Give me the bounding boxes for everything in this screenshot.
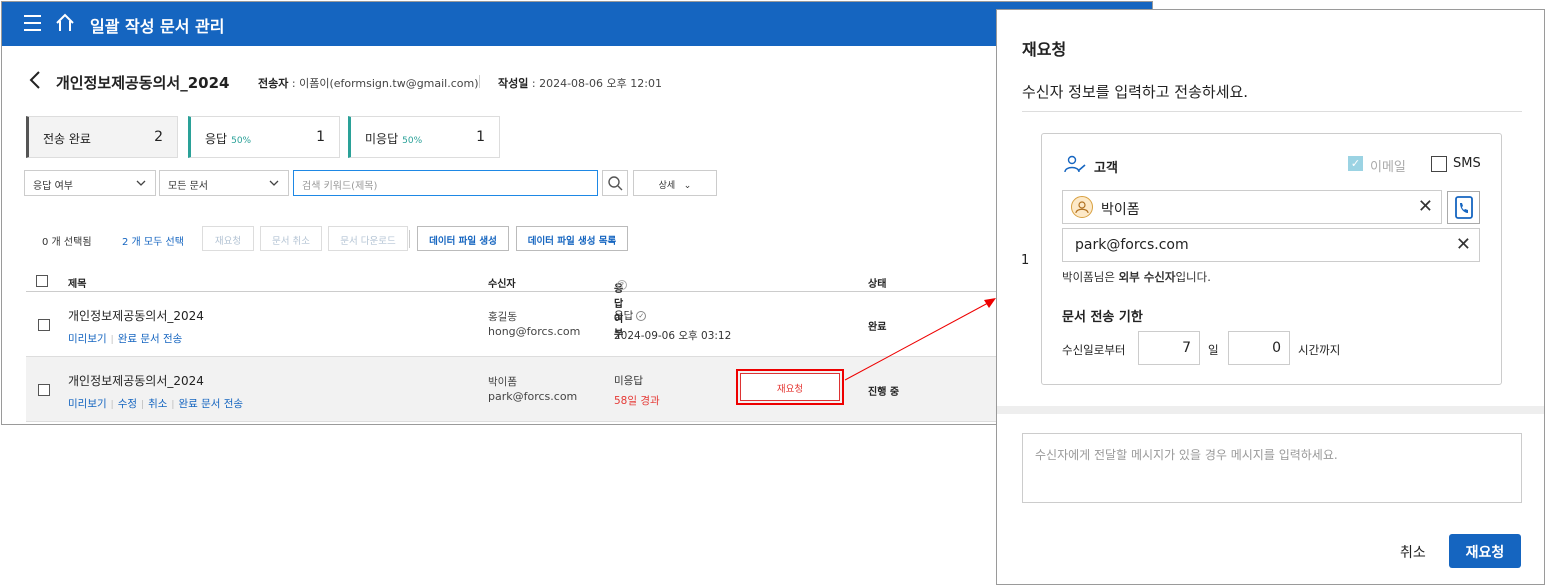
sms-option-label: SMS <box>1453 156 1481 171</box>
row-links: 미리보기 | 수정 | 취소 | 완료 문서 전송 <box>68 398 244 410</box>
created-date: 작성일 : 2024-08-06 오후 12:01 <box>498 77 662 90</box>
recipient-name: 박이폼 <box>488 376 517 388</box>
response-filter-select[interactable]: 응답 여부 <box>24 170 156 196</box>
email-option-label: 이메일 <box>1370 160 1406 175</box>
recipient-card: 고객 ✓ 이메일 SMS 박이폼 ✕ park@forcs.com ✕ 박이폼님… <box>1041 133 1502 385</box>
home-icon[interactable] <box>54 12 76 34</box>
search-input[interactable]: 검색 키워드(제목) <box>293 170 598 196</box>
selected-count: 0 개 선택됨 <box>42 237 92 248</box>
message-textarea[interactable]: 수신자에게 전달할 메시지가 있을 경우 메시지를 입력하세요. <box>1022 433 1522 503</box>
dialog-subtitle: 수신자 정보를 입력하고 전송하세요. <box>1022 83 1249 101</box>
chevron-down-icon <box>136 180 146 186</box>
document-management-window: 일괄 작성 문서 관리 개인정보제공동의서_2024 전송자 : 이폼이(efo… <box>1 1 1153 425</box>
stat-sent-complete[interactable]: 전송 완료 2 <box>26 116 178 158</box>
sender-info: 전송자 : 이폼이(eformsign.tw@gmail.com) <box>258 77 479 90</box>
rerequest-submit-button[interactable]: 재요청 <box>1449 534 1521 568</box>
hours-unit: 시간까지 <box>1298 343 1341 357</box>
menu-icon[interactable] <box>24 15 41 32</box>
recipient-role: 고객 <box>1094 161 1118 176</box>
person-icon <box>1075 201 1089 214</box>
cancel-button[interactable]: 취소 <box>1400 542 1426 562</box>
check-icon: ✓ <box>636 311 647 321</box>
row-links: 미리보기 | 완료 문서 전송 <box>68 333 183 345</box>
row-checkbox[interactable] <box>38 384 50 396</box>
row-checkbox[interactable] <box>38 319 50 331</box>
divider <box>1022 111 1522 112</box>
select-all-checkbox[interactable] <box>36 275 48 287</box>
edit-link[interactable]: 수정 <box>118 398 137 410</box>
rerequest-button[interactable]: 재요청 <box>202 226 254 251</box>
data-file-list-button[interactable]: 데이터 파일 생성 목록 <box>516 226 628 251</box>
clear-icon[interactable]: ✕ <box>1456 234 1471 255</box>
cancel-document-button[interactable]: 문서 취소 <box>260 226 322 251</box>
document-title: 개인정보제공동의서_2024 <box>56 74 230 92</box>
back-arrow-icon[interactable] <box>28 70 42 90</box>
contact-book-icon <box>1455 196 1473 219</box>
column-status: 상태 <box>868 279 887 290</box>
create-data-file-button[interactable]: 데이터 파일 생성 <box>417 226 509 251</box>
days-unit: 일 <box>1208 343 1219 357</box>
chevron-down-icon <box>269 180 279 186</box>
deadline-from-label: 수신일로부터 <box>1062 343 1126 357</box>
recipient-email-field[interactable]: park@forcs.com ✕ <box>1062 228 1480 262</box>
avatar <box>1071 196 1093 218</box>
table-row: 개인정보제공동의서_2024 미리보기 | 완료 문서 전송 홍길동 hong@fo… <box>26 292 1152 357</box>
chevron-down-icon: ⌄ <box>683 181 692 191</box>
elapsed-days: 58일 경과 <box>614 395 660 407</box>
email-checkbox[interactable]: ✓ <box>1348 156 1363 171</box>
deadline-title: 문서 전송 기한 <box>1062 310 1143 325</box>
contact-book-button[interactable] <box>1447 191 1480 224</box>
search-icon <box>608 176 623 191</box>
stat-not-responded[interactable]: 미응답 50% 1 <box>348 116 500 158</box>
recipient-name: 홍길동 <box>488 311 517 323</box>
column-recipient: 수신자 <box>488 279 516 290</box>
days-input[interactable]: 7 <box>1138 331 1200 365</box>
download-document-button[interactable]: 문서 다운로드 <box>328 226 408 251</box>
dialog-title: 재요청 <box>1022 40 1067 59</box>
cancel-link[interactable]: 취소 <box>148 398 167 410</box>
sms-checkbox[interactable] <box>1431 156 1447 172</box>
person-edit-icon <box>1064 155 1086 173</box>
clear-icon[interactable]: ✕ <box>1418 196 1433 217</box>
divider <box>479 75 480 88</box>
row-rerequest-button[interactable]: 재요청 <box>740 373 840 401</box>
response-status: 응답 ✓ <box>614 308 647 323</box>
status-text: 완료 <box>868 322 887 333</box>
hours-input[interactable]: 0 <box>1228 331 1290 365</box>
rerequest-dialog: 재요청 수신자 정보를 입력하고 전송하세요. 1 고객 ✓ 이메일 SMS 박… <box>996 9 1545 585</box>
stat-responded[interactable]: 응답 50% 1 <box>188 116 340 158</box>
preview-link[interactable]: 미리보기 <box>68 398 107 410</box>
send-completed-link[interactable]: 완료 문서 전송 <box>178 398 243 410</box>
send-completed-link[interactable]: 완료 문서 전송 <box>118 333 183 345</box>
search-button[interactable] <box>602 170 628 196</box>
recipient-name-field[interactable]: 박이폼 ✕ <box>1062 190 1442 224</box>
recipient-email: hong@forcs.com <box>488 325 581 338</box>
help-icon[interactable]: ? <box>617 280 627 290</box>
table-header: 제목 수신자 응답 여부? 상태 <box>26 270 1152 340</box>
response-status: 미응답 <box>614 375 643 387</box>
top-bar: 일괄 작성 문서 관리 <box>2 2 1152 46</box>
status-text: 진행 중 <box>868 387 900 398</box>
recipient-email: park@forcs.com <box>488 390 578 403</box>
divider <box>409 230 410 248</box>
document-filter-select[interactable]: 모든 문서 <box>159 170 289 196</box>
app-title: 일괄 작성 문서 관리 <box>90 17 225 36</box>
column-title: 제목 <box>68 279 87 290</box>
recipient-index: 1 <box>1021 253 1030 268</box>
preview-link[interactable]: 미리보기 <box>68 333 107 345</box>
detail-search-button[interactable]: 상세 ⌄ <box>633 170 717 196</box>
external-recipient-note: 박이폼님은 외부 수신자입니다. <box>1062 270 1211 284</box>
table-row: 개인정보제공동의서_2024 미리보기 | 수정 | 취소 | 완료 문서 전송 박이폼 p… <box>26 357 1152 422</box>
section-divider <box>997 406 1544 414</box>
response-date: 2024-09-06 오후 03:12 <box>614 330 732 342</box>
select-all-link[interactable]: 2 개 모두 선택 <box>122 233 184 248</box>
row-title: 개인정보제공동의서_2024 <box>68 309 204 323</box>
row-title: 개인정보제공동의서_2024 <box>68 374 204 388</box>
